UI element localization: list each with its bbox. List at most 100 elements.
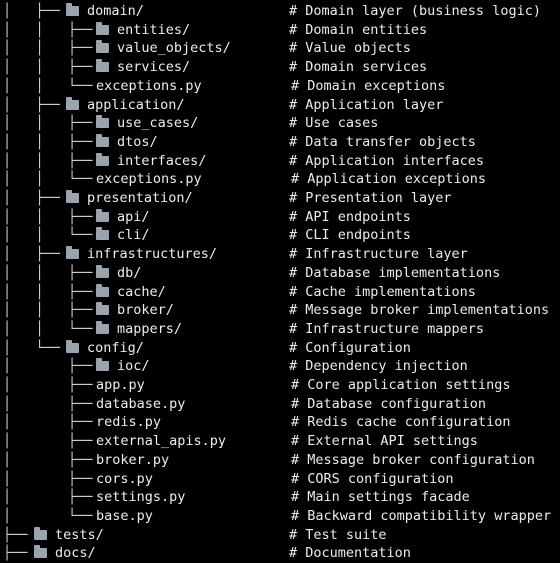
directory-tree: │ ├── domain/ # Domain layer (business log… <box>0 0 560 562</box>
folder-entry: dtos/ <box>96 133 158 152</box>
entry-name: tests/ <box>55 526 104 543</box>
entry-comment: # External API settings <box>291 433 478 450</box>
tree-row: │ ├── domain/ # Domain layer (business log… <box>0 2 560 21</box>
tree-branch-lines: │ │ └── <box>3 77 93 94</box>
tree-row: │ ├── infrastructures/ # Infrastructure la… <box>0 245 560 264</box>
entry-comment: # Core application settings <box>291 377 511 393</box>
folder-icon <box>66 339 79 353</box>
entry-name: dtos/ <box>117 133 158 150</box>
entry-name: services/ <box>117 59 191 76</box>
folder-icon <box>96 21 109 35</box>
entry-comment: # Test suite <box>289 526 387 543</box>
entry-name: broker.py <box>96 451 170 468</box>
entry-name: cors.py <box>96 470 153 487</box>
file-entry: cors.py <box>96 470 153 489</box>
entry-name: application/ <box>87 96 185 113</box>
entry-name: presentation/ <box>87 190 193 206</box>
entry-comment: # Dependency injection <box>289 358 468 375</box>
entry-comment: # Database implementations <box>289 264 501 281</box>
folder-icon <box>96 283 109 297</box>
entry-name: base.py <box>96 507 153 524</box>
tree-row: │ │ ├── use_cases/ # Use cases <box>0 114 560 133</box>
entry-comment: # Backward compatibility wrapper <box>291 507 552 524</box>
file-entry: app.py <box>96 376 145 395</box>
file-entry: broker.py <box>96 451 169 470</box>
folder-icon <box>34 526 47 540</box>
folder-entry: config/ <box>66 339 144 358</box>
entry-name: redis.py <box>96 414 162 431</box>
folder-entry: tests/ <box>34 526 104 545</box>
folder-icon <box>96 59 109 73</box>
tree-row: │ ├── redis.py # Redis cache configuration <box>0 413 560 432</box>
tree-branch-lines: │ ├── <box>3 96 60 113</box>
tree-branch-lines: │ │ └── <box>3 171 93 188</box>
entry-comment: # Data transfer objects <box>289 133 476 150</box>
entry-comment: # Domain entities <box>289 21 428 38</box>
tree-branch-lines: │ │ ├── <box>3 152 93 169</box>
entry-comment: # Presentation layer <box>289 190 452 206</box>
file-entry: redis.py <box>96 413 161 432</box>
entry-name: docs/ <box>55 545 96 562</box>
entry-name: domain/ <box>87 3 144 19</box>
tree-row: │ │ ├── db/ # Database implementations <box>0 264 560 283</box>
entry-comment: # Redis cache configuration <box>291 414 511 431</box>
tree-branch-lines: │ ├── <box>3 433 93 450</box>
folder-entry: infrastructures/ <box>66 245 217 264</box>
entry-name: app.py <box>96 377 145 393</box>
folder-entry: use_cases/ <box>96 114 198 133</box>
folder-icon <box>96 302 109 316</box>
entry-comment: # Message broker implementations <box>289 302 550 319</box>
entry-name: cache/ <box>117 283 166 300</box>
entry-name: cli/ <box>117 227 150 244</box>
tree-branch-lines: │ ├── <box>3 246 60 263</box>
tree-branch-lines: │ ├── <box>3 377 93 393</box>
tree-branch-lines: ├── <box>3 545 28 562</box>
folder-entry: mappers/ <box>96 320 182 339</box>
tree-row: │ ├── app.py # Core application settings <box>0 376 560 395</box>
folder-entry: presentation/ <box>66 189 193 208</box>
entry-comment: # API endpoints <box>289 208 411 225</box>
folder-entry: services/ <box>96 58 190 77</box>
entry-comment: # CLI endpoints <box>289 227 411 244</box>
tree-row: │ │ ├── interfaces/ # Application interfac… <box>0 152 560 171</box>
file-entry: settings.py <box>96 488 185 507</box>
folder-entry: interfaces/ <box>96 152 206 171</box>
entry-comment: # Application exceptions <box>291 171 487 188</box>
tree-branch-lines: │ │ └── <box>3 320 93 337</box>
tree-branch-lines: │ │ ├── <box>3 208 93 225</box>
folder-icon <box>66 96 79 110</box>
tree-row: │ ├── presentation/ # Presentation layer <box>0 189 560 208</box>
tree-branch-lines: │ ├── <box>3 489 93 506</box>
entry-name: external_apis.py <box>96 433 227 450</box>
tree-row: │ ├── ioc/ # Dependency injection <box>0 357 560 376</box>
entry-name: config/ <box>87 339 144 356</box>
tree-branch-lines: │ │ ├── <box>3 264 93 281</box>
entry-name: use_cases/ <box>117 115 199 132</box>
tree-row: │ ├── cors.py # CORS configuration <box>0 470 560 489</box>
entry-name: settings.py <box>96 489 186 506</box>
tree-row: ├── tests/ # Test suite <box>0 526 560 545</box>
entry-name: value_objects/ <box>117 40 231 57</box>
file-entry: exceptions.py <box>96 77 202 96</box>
entry-comment: # Domain exceptions <box>291 77 446 94</box>
folder-entry: entities/ <box>96 21 190 40</box>
tree-branch-lines: │ │ └── <box>3 227 93 244</box>
entry-comment: # Infrastructure mappers <box>289 320 485 337</box>
folder-icon <box>66 190 79 203</box>
tree-row: │ │ ├── broker/ # Message broker implement… <box>0 301 560 320</box>
folder-entry: db/ <box>96 264 141 283</box>
folder-entry: application/ <box>66 96 185 115</box>
tree-branch-lines: ├── <box>3 526 28 543</box>
tree-branch-lines: │ ├── <box>3 414 93 431</box>
folder-icon <box>96 227 109 241</box>
entry-comment: # CORS configuration <box>291 470 454 487</box>
tree-row: │ │ ├── cache/ # Cache implementations <box>0 283 560 302</box>
entry-name: api/ <box>117 208 150 225</box>
tree-row: │ │ └── cli/ # CLI endpoints <box>0 226 560 245</box>
tree-row: │ │ ├── value_objects/ # Value objects <box>0 39 560 58</box>
entry-comment: # Main settings facade <box>291 489 470 506</box>
tree-row: │ ├── database.py # Database configuration <box>0 395 560 414</box>
tree-branch-lines: │ │ ├── <box>3 302 93 319</box>
tree-row: │ │ └── exceptions.py # Application except… <box>0 170 560 189</box>
tree-branch-lines: │ │ ├── <box>3 133 93 150</box>
